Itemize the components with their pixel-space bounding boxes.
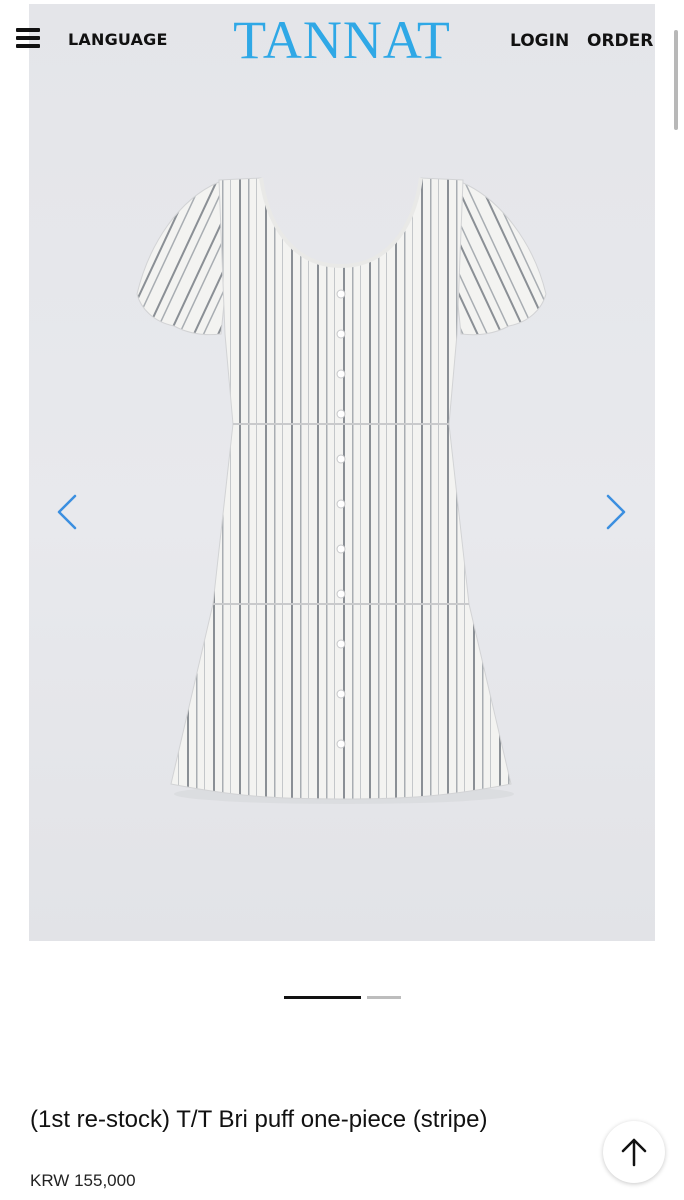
pagination-indicator-1[interactable]	[284, 996, 361, 999]
login-link[interactable]: LOGIN	[510, 31, 569, 51]
chevron-right-icon[interactable]	[602, 492, 630, 532]
menu-line	[16, 44, 40, 48]
site-logo[interactable]: TANNAT	[232, 10, 452, 70]
menu-line	[16, 36, 40, 40]
scroll-to-top-button[interactable]	[603, 1121, 665, 1183]
product-title: (1st re-stock) T/T Bri puff one-piece (s…	[30, 1106, 488, 1133]
scrollbar[interactable]	[674, 30, 678, 130]
order-link[interactable]: ORDER	[587, 31, 653, 51]
product-image	[136, 177, 547, 804]
product-price: KRW 155,000	[30, 1171, 136, 1190]
hamburger-icon[interactable]	[16, 28, 40, 48]
pagination-indicator-2[interactable]	[367, 996, 401, 999]
product-image-gallery[interactable]	[29, 4, 655, 941]
chevron-left-icon[interactable]	[53, 492, 81, 532]
site-header: LANGUAGE TANNAT LOGIN ORDER	[0, 0, 684, 78]
product-page: LANGUAGE TANNAT LOGIN ORDER (1st re-stoc…	[0, 0, 684, 1200]
gallery-pagination	[0, 996, 684, 1000]
menu-line	[16, 28, 40, 32]
language-link[interactable]: LANGUAGE	[68, 30, 168, 49]
arrow-up-icon	[621, 1138, 647, 1167]
